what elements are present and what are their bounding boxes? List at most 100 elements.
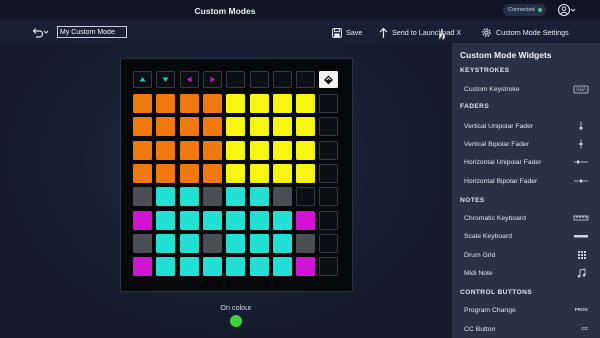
pad-r8-c4[interactable] [202, 257, 222, 277]
widget-scale-keyboard[interactable]: Scale Keyboard [452, 228, 600, 244]
pad-r7-c1[interactable] [133, 233, 152, 253]
pad-r4-c3[interactable] [179, 163, 199, 183]
top-button-4[interactable] [202, 71, 222, 88]
pad-r5-c3[interactable] [179, 187, 199, 207]
widget-program-change[interactable]: Program Change PROG [452, 302, 600, 318]
pad-r2-c4[interactable] [202, 117, 222, 137]
pad-r4-c8[interactable] [296, 163, 316, 183]
pad-r1-c5[interactable] [226, 94, 246, 113]
widget-chromatic-keyboard[interactable]: Chromatic Keyboard [452, 210, 600, 226]
widget-cc-button[interactable]: CC Button CC [452, 321, 600, 337]
pad-r2-c2[interactable] [156, 117, 176, 137]
widget-midi-note[interactable]: Midi Note [452, 265, 600, 281]
side-button-6[interactable] [319, 210, 339, 230]
pad-r1-c6[interactable] [249, 94, 269, 113]
pad-r2-c8[interactable] [296, 117, 316, 137]
top-button-5[interactable] [226, 71, 246, 88]
pad-r7-c2[interactable] [156, 233, 176, 253]
pad-r5-c5[interactable] [226, 187, 246, 207]
pad-r8-c5[interactable] [226, 257, 246, 277]
pad-r7-c7[interactable] [272, 233, 292, 253]
pad-r3-c8[interactable] [296, 140, 316, 160]
pad-r3-c1[interactable] [133, 140, 152, 160]
pad-r7-c6[interactable] [249, 233, 269, 253]
pad-r3-c4[interactable] [202, 140, 222, 160]
top-button-8[interactable] [296, 71, 316, 88]
top-button-1[interactable] [133, 71, 152, 88]
pad-r2-c7[interactable] [272, 117, 292, 137]
pad-r3-c6[interactable] [249, 140, 269, 160]
widget-horizontal-bipolar-fader[interactable]: Horizontal Bipolar Fader [452, 173, 600, 189]
pad-r4-c2[interactable] [156, 163, 176, 183]
side-button-2[interactable] [319, 117, 339, 137]
pad-r5-c7[interactable] [272, 187, 292, 207]
pad-r8-c1[interactable] [133, 257, 152, 277]
widget-drum-grid[interactable]: Drum Grid [452, 247, 600, 263]
pad-r4-c7[interactable] [272, 163, 292, 183]
side-button-4[interactable] [319, 163, 339, 183]
pad-r6-c1[interactable] [133, 210, 152, 230]
pad-r4-c4[interactable] [202, 163, 222, 183]
pad-r5-c8[interactable] [296, 187, 316, 207]
pad-r6-c3[interactable] [179, 210, 199, 230]
side-button-3[interactable] [319, 140, 339, 160]
widget-vertical-unipolar-fader[interactable]: Vertical Unipolar Fader [452, 118, 600, 134]
pad-r2-c6[interactable] [249, 117, 269, 137]
undo-button[interactable] [30, 26, 50, 39]
pad-r7-c3[interactable] [179, 233, 199, 253]
top-button-2[interactable] [156, 71, 176, 88]
pad-r5-c1[interactable] [133, 187, 152, 207]
pad-r8-c3[interactable] [179, 257, 199, 277]
top-button-7[interactable] [272, 71, 292, 88]
side-button-5[interactable] [319, 187, 339, 207]
pad-r2-c1[interactable] [133, 117, 152, 137]
side-button-8[interactable] [319, 257, 339, 277]
top-button-3[interactable] [179, 71, 199, 88]
pad-r8-c7[interactable] [272, 257, 292, 277]
pad-r1-c8[interactable] [296, 94, 316, 113]
pad-r6-c7[interactable] [272, 210, 292, 230]
pad-r6-c2[interactable] [156, 210, 176, 230]
widget-custom-keystroke[interactable]: Custom Keystroke [452, 81, 600, 97]
on-colour-swatch[interactable] [230, 315, 242, 327]
mode-name-input[interactable] [57, 26, 127, 38]
pad-r3-c7[interactable] [272, 140, 292, 160]
send-to-device-button[interactable]: Send to Launchpad X [379, 26, 461, 39]
pad-r5-c4[interactable] [202, 187, 222, 207]
pad-r1-c2[interactable] [156, 94, 176, 113]
pad-r7-c5[interactable] [226, 233, 246, 253]
pad-r4-c5[interactable] [226, 163, 246, 183]
side-button-1[interactable] [319, 94, 339, 113]
pad-r6-c6[interactable] [249, 210, 269, 230]
pad-r1-c7[interactable] [272, 94, 292, 113]
pad-r8-c6[interactable] [249, 257, 269, 277]
widget-horizontal-unipolar-fader[interactable]: Horizontal Unipolar Fader [452, 154, 600, 170]
pad-r3-c2[interactable] [156, 140, 176, 160]
pad-r6-c8[interactable] [296, 210, 316, 230]
top-button-6[interactable] [249, 71, 269, 88]
pad-r7-c8[interactable] [296, 233, 316, 253]
widget-label: Custom Keystroke [464, 85, 520, 93]
pad-r8-c2[interactable] [156, 257, 176, 277]
pad-r7-c4[interactable] [202, 233, 222, 253]
pad-r2-c5[interactable] [226, 117, 246, 137]
pad-r4-c6[interactable] [249, 163, 269, 183]
pad-r1-c4[interactable] [202, 94, 222, 113]
pad-r2-c3[interactable] [179, 117, 199, 137]
user-menu-button[interactable] [557, 3, 577, 17]
pad-r3-c5[interactable] [226, 140, 246, 160]
pad-r3-c3[interactable] [179, 140, 199, 160]
custom-mode-settings-button[interactable]: Custom Mode Settings [481, 26, 569, 39]
pad-r4-c1[interactable] [133, 163, 152, 183]
pad-r5-c2[interactable] [156, 187, 176, 207]
save-button[interactable]: Save [332, 26, 362, 39]
pad-r6-c5[interactable] [226, 210, 246, 230]
logo-button[interactable] [319, 71, 339, 88]
pad-r1-c1[interactable] [133, 94, 152, 113]
side-button-7[interactable] [319, 233, 339, 253]
pad-r8-c8[interactable] [296, 257, 316, 277]
pad-r6-c4[interactable] [202, 210, 222, 230]
pad-r1-c3[interactable] [179, 94, 199, 113]
pad-r5-c6[interactable] [249, 187, 269, 207]
widget-vertical-bipolar-fader[interactable]: Vertical Bipolar Fader [452, 136, 600, 152]
